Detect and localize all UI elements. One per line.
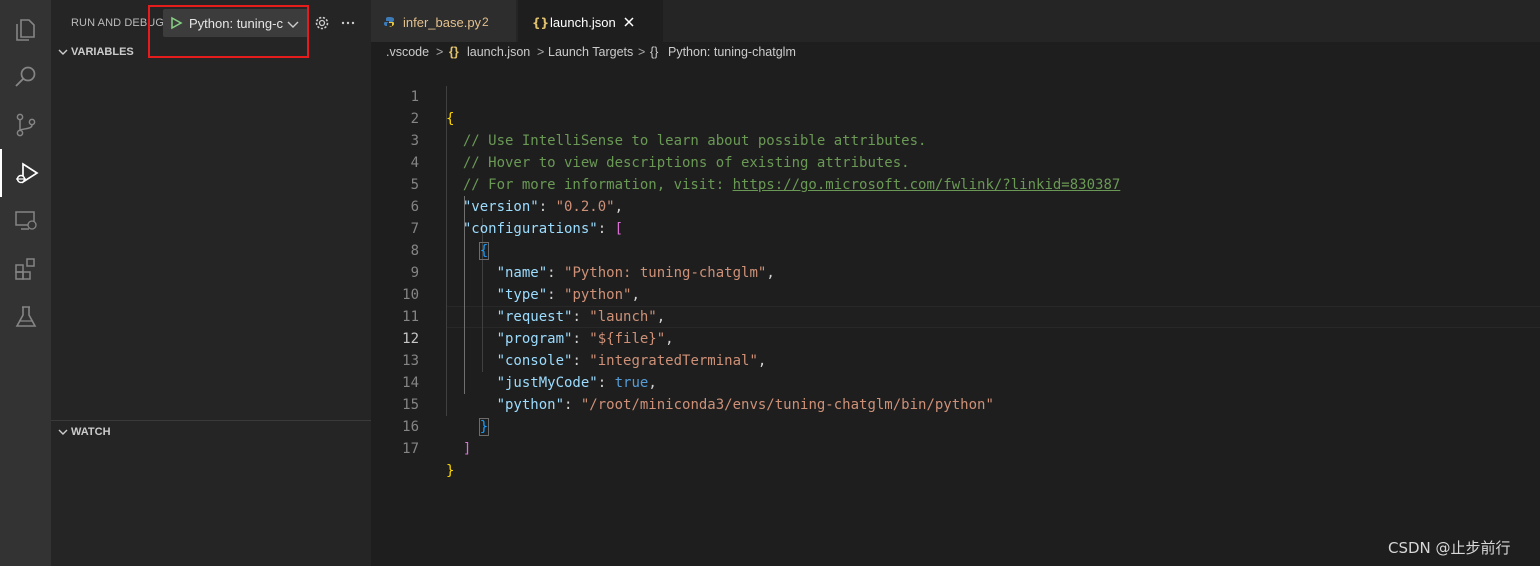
tab-infer-base[interactable]: infer_base.py 2 bbox=[371, 0, 516, 44]
chevron-down-icon bbox=[58, 429, 68, 435]
code-line: 14 "python": "/root/miniconda3/envs/tuni… bbox=[371, 350, 1540, 413]
brace: } bbox=[446, 463, 455, 479]
chevron-down-icon bbox=[58, 49, 68, 55]
code-line: 6 "configurations": [ bbox=[371, 174, 1540, 237]
watch-label: WATCH bbox=[71, 426, 111, 438]
json-icon: {} bbox=[532, 16, 550, 30]
search-icon[interactable] bbox=[0, 53, 51, 101]
breadcrumb-item-vscode[interactable]: .vscode bbox=[386, 45, 429, 59]
code-line: 9 "type": "python", bbox=[371, 240, 1540, 303]
breadcrumb-separator: > bbox=[638, 45, 646, 59]
code-line: 16 ] bbox=[371, 394, 1540, 457]
more-actions-icon[interactable] bbox=[340, 15, 356, 31]
run-debug-icon[interactable] bbox=[0, 149, 51, 197]
source-control-icon[interactable] bbox=[0, 101, 51, 149]
sidebar-header: RUN AND DEBUG Python: tuning-c bbox=[51, 0, 371, 40]
code-line: 8 "name": "Python: tuning-chatglm", bbox=[371, 218, 1540, 281]
close-icon[interactable] bbox=[623, 16, 635, 28]
breadcrumb-item-config[interactable]: Python: tuning-chatglm bbox=[668, 45, 796, 59]
testing-icon[interactable] bbox=[0, 293, 51, 341]
problems-badge: 2 bbox=[482, 15, 489, 29]
object-icon: {} bbox=[650, 45, 659, 59]
variables-label: VARIABLES bbox=[71, 46, 134, 58]
breadcrumb-item-file[interactable]: launch.json bbox=[467, 45, 530, 59]
editor-tabs: infer_base.py 2 {} launch.json bbox=[371, 0, 1540, 44]
variables-section-header[interactable]: VARIABLES bbox=[51, 41, 371, 63]
watch-section-header[interactable]: WATCH bbox=[51, 421, 371, 443]
code-line: 5 "version": "0.2.0", bbox=[371, 152, 1540, 215]
breadcrumb-separator: > bbox=[436, 45, 444, 59]
code-editor[interactable]: 1 { 2 // Use IntelliSense to learn about… bbox=[371, 64, 1540, 566]
debug-configuration-dropdown[interactable]: Python: tuning-c bbox=[163, 9, 308, 37]
breadcrumb-separator: > bbox=[537, 45, 545, 59]
run-debug-sidebar: RUN AND DEBUG Python: tuning-c VARIABLES… bbox=[51, 0, 371, 566]
code-line: 7 { bbox=[371, 196, 1540, 260]
code-line: 10 "request": "launch", bbox=[371, 262, 1540, 325]
breadcrumb: .vscode > {} launch.json > Launch Target… bbox=[371, 42, 1540, 64]
breadcrumb-item-launch-targets[interactable]: Launch Targets bbox=[548, 45, 633, 59]
code-line: 1 { bbox=[371, 64, 1540, 127]
activity-bar bbox=[0, 0, 51, 566]
json-icon: {} bbox=[449, 45, 459, 59]
explorer-icon[interactable] bbox=[0, 6, 51, 54]
bracket: ] bbox=[462, 441, 472, 457]
tab-label: launch.json bbox=[550, 15, 616, 30]
remote-explorer-icon[interactable] bbox=[0, 197, 51, 245]
code-line: 11 "program": "${file}", bbox=[371, 284, 1540, 347]
start-debugging-icon[interactable] bbox=[169, 16, 183, 30]
extensions-icon[interactable] bbox=[0, 245, 51, 293]
tab-label: infer_base.py bbox=[403, 15, 482, 30]
code-line-active: 12 "console": "integratedTerminal", bbox=[371, 306, 1540, 369]
sidebar-title: RUN AND DEBUG bbox=[71, 17, 164, 29]
python-icon bbox=[384, 17, 394, 27]
code-line: 13 "justMyCode": true, bbox=[371, 328, 1540, 391]
tab-launch-json[interactable]: {} launch.json bbox=[518, 0, 663, 44]
watermark: CSDN @止步前行 bbox=[1388, 539, 1511, 557]
line-number: 17 bbox=[402, 441, 419, 457]
code-line: 15 } bbox=[371, 372, 1540, 436]
debug-config-label: Python: tuning-c bbox=[189, 16, 283, 31]
code-line: 2 // Use IntelliSense to learn about pos… bbox=[371, 86, 1540, 149]
code-line: 17 } bbox=[371, 416, 1540, 479]
code-line: 4 // For more information, visit: https:… bbox=[371, 130, 1540, 193]
code-line: 3 // Hover to view descriptions of exist… bbox=[371, 108, 1540, 171]
chevron-down-icon[interactable] bbox=[286, 17, 300, 31]
gear-icon[interactable] bbox=[314, 15, 330, 31]
